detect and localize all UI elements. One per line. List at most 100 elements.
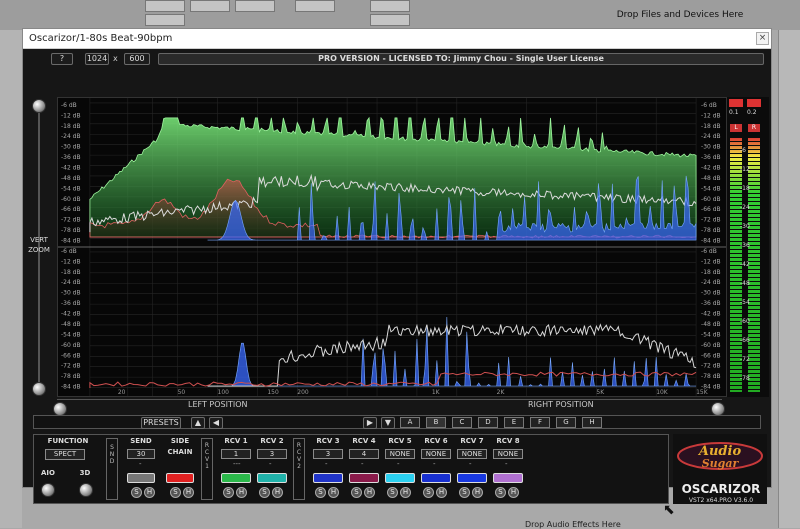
send-sub: -: [139, 460, 142, 468]
rcv-color[interactable]: [313, 473, 343, 483]
db-label: -72 dB: [61, 363, 81, 370]
hold-button[interactable]: H: [183, 487, 194, 498]
hold-button[interactable]: H: [472, 487, 483, 498]
db-label: -12 dB: [61, 258, 81, 265]
rcv-sub: -: [361, 460, 364, 468]
preset-slot-d[interactable]: D: [478, 417, 498, 428]
vert-zoom-bottom-knob[interactable]: [32, 382, 46, 396]
meter-scale-label: -18: [740, 185, 750, 192]
rcv-sub: -: [325, 460, 328, 468]
spect-button[interactable]: SPECT: [45, 449, 85, 460]
right-position-label: RIGHT POSITION: [528, 400, 594, 409]
host-clip-slot[interactable]: [145, 14, 185, 26]
hold-button[interactable]: H: [436, 487, 447, 498]
host-clip-slot[interactable]: [235, 0, 275, 12]
solo-button[interactable]: S: [495, 487, 506, 498]
db-label: -78 dB: [61, 227, 81, 234]
side-chain-color[interactable]: [166, 473, 194, 483]
db-label: -42 dB: [701, 311, 721, 318]
rcv-label: RCV 8: [496, 437, 520, 445]
right-position-knob[interactable]: [711, 402, 725, 416]
hold-button[interactable]: H: [508, 487, 519, 498]
rcv-source-select[interactable]: NONE: [493, 449, 523, 459]
rcv-source-select[interactable]: 4: [349, 449, 379, 459]
hold-button[interactable]: H: [328, 487, 339, 498]
presets-button[interactable]: PRESETS: [141, 417, 181, 429]
send-color[interactable]: [127, 473, 155, 483]
preset-slot-e[interactable]: E: [504, 417, 524, 428]
preset-slot-b[interactable]: B: [426, 417, 446, 428]
db-label: -54 dB: [701, 185, 721, 192]
solo-button[interactable]: S: [459, 487, 470, 498]
preset-up-button[interactable]: ▲: [191, 417, 205, 429]
aio-knob[interactable]: [41, 483, 55, 497]
rcv-color[interactable]: [349, 473, 379, 483]
preset-slot-h[interactable]: H: [582, 417, 602, 428]
license-banner: PRO VERSION - LICENSED TO: Jimmy Chou - …: [158, 53, 764, 65]
solo-button[interactable]: S: [259, 487, 270, 498]
rcv-source-select[interactable]: 3: [257, 449, 287, 459]
host-clip-slot[interactable]: [370, 14, 410, 26]
meter-r-label: R: [748, 124, 760, 132]
rcv-source-select[interactable]: NONE: [385, 449, 415, 459]
preset-down-button[interactable]: ▼: [381, 417, 395, 429]
solo-button[interactable]: S: [315, 487, 326, 498]
preset-slot-f[interactable]: F: [530, 417, 550, 428]
width-field[interactable]: 1024: [85, 53, 109, 65]
preset-prev-button[interactable]: ◀: [209, 417, 223, 429]
host-clip-slot[interactable]: [145, 0, 185, 12]
preset-slot-c[interactable]: C: [452, 417, 472, 428]
db-label: -12 dB: [701, 258, 721, 265]
hold-button[interactable]: H: [272, 487, 283, 498]
rcv-source-select[interactable]: NONE: [457, 449, 487, 459]
position-bar[interactable]: [57, 399, 722, 409]
solo-button[interactable]: S: [170, 487, 181, 498]
freq-label: 200: [297, 389, 309, 396]
drop-files-hint[interactable]: Drop Files and Devices Here: [585, 10, 775, 20]
left-position-knob[interactable]: [53, 402, 67, 416]
chain-label: CHAIN: [167, 448, 193, 456]
solo-button[interactable]: S: [223, 487, 234, 498]
help-button[interactable]: ?: [51, 53, 73, 65]
rcv-color[interactable]: [221, 473, 251, 483]
solo-button[interactable]: S: [351, 487, 362, 498]
hold-button[interactable]: H: [400, 487, 411, 498]
host-clip-slot[interactable]: [370, 0, 410, 12]
solo-button[interactable]: S: [131, 487, 142, 498]
height-field[interactable]: 600: [124, 53, 150, 65]
solo-button[interactable]: S: [387, 487, 398, 498]
meter-scale-label: -24: [740, 204, 750, 211]
solo-button[interactable]: S: [423, 487, 434, 498]
db-label: -6 dB: [701, 102, 717, 109]
rcv-color[interactable]: [421, 473, 451, 483]
hold-button[interactable]: H: [144, 487, 155, 498]
close-button[interactable]: ×: [756, 32, 769, 45]
three-d-knob[interactable]: [79, 483, 93, 497]
db-label: -60 dB: [701, 196, 721, 203]
host-clip-slot[interactable]: [190, 0, 230, 12]
db-label: -30 dB: [61, 144, 81, 151]
db-label: -48 dB: [61, 175, 81, 182]
rcv-label: RCV 4: [352, 437, 376, 445]
preset-slot-g[interactable]: G: [556, 417, 576, 428]
rcv-color[interactable]: [385, 473, 415, 483]
spectrum-display[interactable]: -6 dB -6 dB -12 dB -12 dB -18 dB -18 dB -24 dB…: [57, 97, 727, 397]
hold-button[interactable]: H: [236, 487, 247, 498]
vert-zoom-top-knob[interactable]: [32, 99, 46, 113]
freq-label: 50: [178, 389, 186, 396]
window-titlebar[interactable]: Oscarizor/1-80s Beat-90bpm ×: [23, 29, 771, 49]
host-clip-slot[interactable]: [295, 0, 335, 12]
freq-label: 5K: [596, 389, 605, 396]
rcv-color[interactable]: [493, 473, 523, 483]
preset-slot-a[interactable]: A: [400, 417, 420, 428]
rcv-label: RCV 2: [260, 437, 284, 445]
rcv-color[interactable]: [257, 473, 287, 483]
send-value[interactable]: 30: [127, 449, 155, 459]
rcv-source-select[interactable]: NONE: [421, 449, 451, 459]
rcv-source-select[interactable]: 3: [313, 449, 343, 459]
preset-next-button[interactable]: ▶: [363, 417, 377, 429]
three-d-label: 3D: [79, 469, 91, 477]
rcv-color[interactable]: [457, 473, 487, 483]
rcv-source-select[interactable]: 1: [221, 449, 251, 459]
hold-button[interactable]: H: [364, 487, 375, 498]
